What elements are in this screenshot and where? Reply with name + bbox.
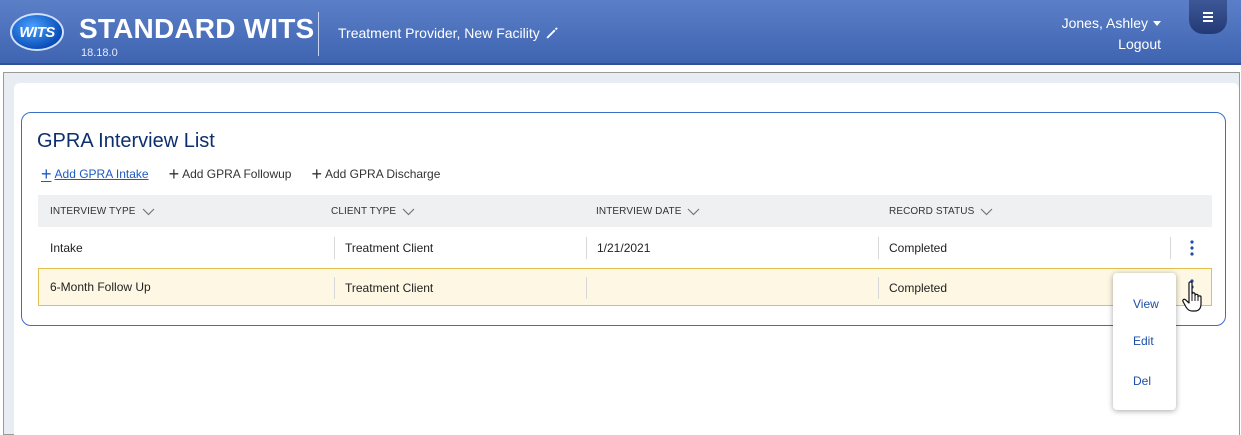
chevron-down-icon [980,208,993,215]
facility-name: Treatment Provider, New Facility [338,25,540,41]
add-gpra-followup-button[interactable]: + Add GPRA Followup [168,164,292,184]
cell-record-status: Completed [878,237,947,259]
cell-client-type: Treatment Client [334,237,433,259]
cell-actions [1170,237,1171,259]
plus-icon: + [168,164,180,184]
header-divider [318,12,319,56]
column-header-client-type[interactable]: CLIENT TYPE [331,206,415,217]
action-bar: + Add GPRA Intake + Add GPRA Followup + … [41,164,460,184]
caret-down-icon [1153,20,1161,26]
column-label: INTERVIEW TYPE [50,206,136,217]
chevron-down-icon [402,208,415,215]
column-header-interview-date[interactable]: INTERVIEW DATE [596,206,700,217]
kebab-icon[interactable] [1190,240,1194,256]
logo-text: WITS [19,23,55,41]
user-dropdown[interactable]: Jones, Ashley [1062,15,1161,31]
logout-link[interactable]: Logout [1062,36,1161,52]
column-header-interview-type[interactable]: INTERVIEW TYPE [50,206,155,217]
chevron-down-icon [688,208,700,215]
plus-icon: + [41,164,52,184]
chevron-down-icon [142,208,154,215]
table-row[interactable]: 6-Month Follow Up Treatment Client Compl… [38,268,1212,306]
hand-pointer-icon [1182,281,1202,312]
plus-icon: + [311,164,322,184]
column-header-record-status[interactable]: RECORD STATUS [889,206,993,217]
table-row[interactable]: Intake Treatment Client 1/21/2021 Comple… [38,229,1212,267]
cell-interview-type: Intake [50,241,83,255]
menu-item-edit[interactable]: Edit [1133,334,1154,348]
column-label: RECORD STATUS [889,206,975,217]
hamburger-icon[interactable] [1189,0,1227,34]
menu-item-view[interactable]: View [1133,297,1159,311]
wits-logo[interactable]: WITS [10,13,64,51]
table-header: INTERVIEW TYPE CLIENT TYPE INTERVIEW DAT… [38,195,1212,227]
facility-selector[interactable]: Treatment Provider, New Facility [338,25,559,41]
pencil-icon[interactable] [545,26,559,40]
page-title: GPRA Interview List [37,130,215,152]
action-label: Add GPRA Followup [182,167,292,181]
row-context-menu: View Edit Del [1113,273,1176,410]
action-label: Add GPRA Discharge [325,167,441,181]
action-label: Add GPRA Intake [54,167,149,181]
user-name: Jones, Ashley [1061,15,1148,31]
app-title: STANDARD WITS [79,13,315,44]
app-header: WITS STANDARD WITS 18.18.0 Treatment Pro… [0,0,1241,65]
column-label: CLIENT TYPE [331,206,397,217]
cell-record-status: Completed [878,277,947,299]
menu-item-delete[interactable]: Del [1133,374,1151,388]
cell-interview-type: 6-Month Follow Up [50,280,151,294]
cell-interview-date: 1/21/2021 [586,237,650,259]
app-version: 18.18.0 [81,47,118,59]
column-label: INTERVIEW DATE [596,206,682,217]
cell-client-type: Treatment Client [334,277,433,299]
cell-interview-date [586,277,597,299]
user-menu: Jones, Ashley Logout [1062,15,1161,52]
add-gpra-intake-button[interactable]: + Add GPRA Intake [41,164,149,184]
add-gpra-discharge-button[interactable]: + Add GPRA Discharge [311,164,441,184]
